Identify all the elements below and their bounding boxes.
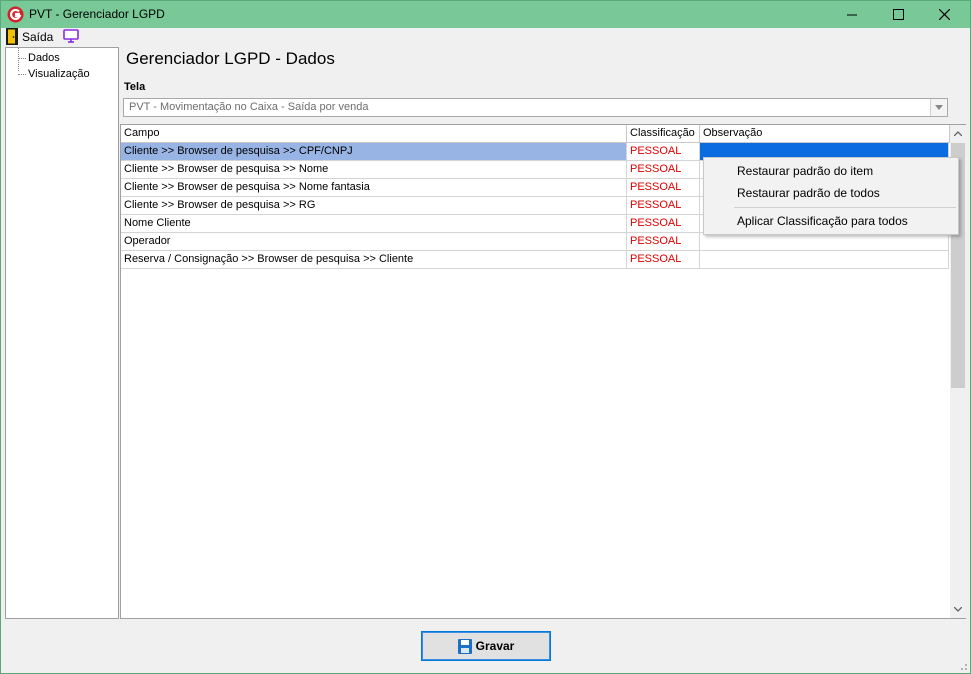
table-row[interactable]: Reserva / Consignação >> Browser de pesq… <box>121 251 949 269</box>
cell-campo[interactable]: Operador <box>121 233 627 250</box>
cell-campo[interactable]: Nome Cliente <box>121 215 627 232</box>
tree-item-dados[interactable]: Dados <box>16 52 60 66</box>
cell-campo[interactable]: Reserva / Consignação >> Browser de pesq… <box>121 251 627 268</box>
menu-item-restore-item[interactable]: Restaurar padrão do item <box>737 164 873 182</box>
cell-classificacao[interactable]: PESSOAL <box>627 161 700 178</box>
maximize-icon <box>892 9 904 20</box>
cell-classificacao[interactable]: PESSOAL <box>627 215 700 232</box>
app-window: PVT - Gerenciador LGPD Saída Dados Visua… <box>0 0 971 674</box>
close-icon <box>938 9 950 20</box>
column-header-observacao[interactable]: Observação <box>700 125 950 142</box>
title-bar[interactable]: PVT - Gerenciador LGPD <box>1 1 970 28</box>
tela-select[interactable]: PVT - Movimentação no Caixa - Saída por … <box>123 98 948 117</box>
maximize-button[interactable] <box>875 1 921 28</box>
minimize-icon <box>847 14 857 15</box>
chevron-up-icon <box>954 131 962 136</box>
save-button[interactable]: Gravar <box>421 631 551 661</box>
grid-header: Campo Classificação Observação <box>121 125 950 143</box>
exit-door-icon[interactable] <box>6 28 18 45</box>
cell-classificacao[interactable]: PESSOAL <box>627 197 700 214</box>
page-title: Gerenciador LGPD - Dados <box>126 49 335 68</box>
chevron-down-icon <box>935 105 943 110</box>
cell-campo[interactable]: Cliente >> Browser de pesquisa >> Nome f… <box>121 179 627 196</box>
minimize-button[interactable] <box>829 1 875 28</box>
monitor-icon[interactable] <box>63 29 79 43</box>
tela-select-dropdown[interactable] <box>930 99 947 116</box>
column-header-campo[interactable]: Campo <box>121 125 627 142</box>
column-header-classificacao[interactable]: Classificação <box>627 125 700 142</box>
context-menu: Restaurar padrão do item Restaurar padrã… <box>703 157 959 235</box>
cell-campo[interactable]: Cliente >> Browser de pesquisa >> RG <box>121 197 627 214</box>
exit-menu-item[interactable]: Saída <box>22 30 53 44</box>
menu-item-apply-classification-all[interactable]: Aplicar Classificação para todos <box>737 214 908 232</box>
close-button[interactable] <box>921 1 967 28</box>
scroll-down-button[interactable] <box>950 601 966 618</box>
table-row[interactable]: Operador PESSOAL <box>121 233 949 251</box>
floppy-disk-icon <box>457 638 472 654</box>
menu-separator <box>734 207 956 208</box>
tela-label: Tela <box>124 81 146 93</box>
tela-select-value: PVT - Movimentação no Caixa - Saída por … <box>129 101 369 113</box>
cell-campo[interactable]: Cliente >> Browser de pesquisa >> CPF/CN… <box>121 143 627 160</box>
scroll-up-button[interactable] <box>950 125 966 142</box>
resize-grip-icon[interactable] <box>958 661 968 671</box>
cell-classificacao[interactable]: PESSOAL <box>627 143 700 160</box>
tree-item-visualizacao[interactable]: Visualização <box>16 68 90 82</box>
toolbar: Saída <box>1 28 970 46</box>
chevron-down-icon <box>954 607 962 612</box>
menu-item-restore-all[interactable]: Restaurar padrão de todos <box>737 186 880 204</box>
cell-observacao[interactable] <box>700 233 949 250</box>
cell-observacao[interactable] <box>700 251 949 268</box>
window-title: PVT - Gerenciador LGPD <box>29 7 165 21</box>
navigation-tree: Dados Visualização <box>5 47 119 619</box>
cell-classificacao[interactable]: PESSOAL <box>627 251 700 268</box>
cell-classificacao[interactable]: PESSOAL <box>627 233 700 250</box>
app-logo-icon <box>7 6 24 23</box>
cell-campo[interactable]: Cliente >> Browser de pesquisa >> Nome <box>121 161 627 178</box>
cell-classificacao[interactable]: PESSOAL <box>627 179 700 196</box>
save-button-label: Gravar <box>475 639 515 653</box>
